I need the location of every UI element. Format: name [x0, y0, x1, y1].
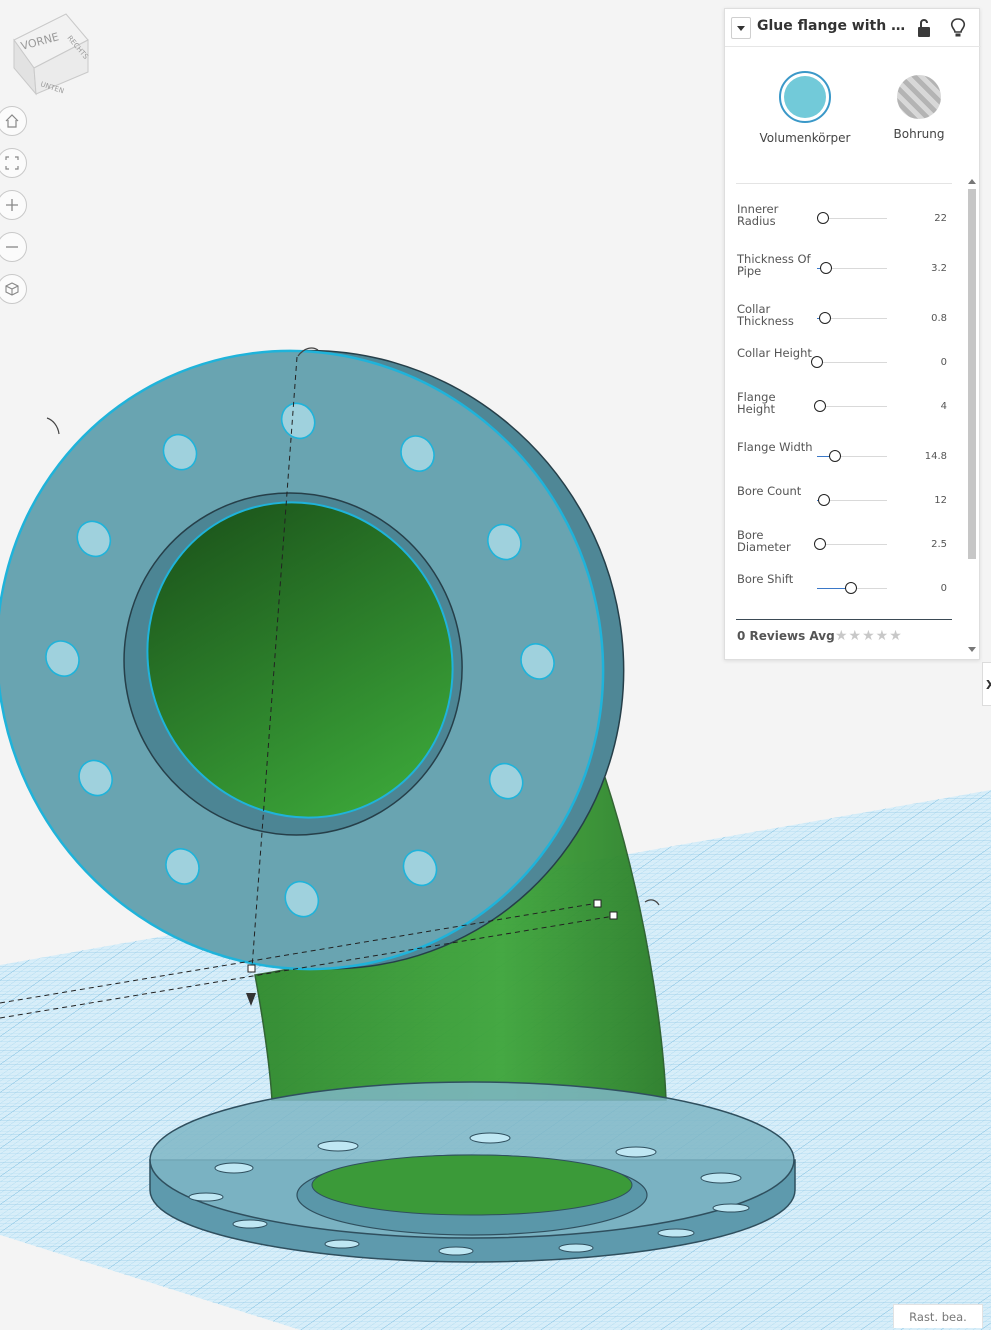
parameter-value[interactable]: 14.8: [925, 451, 947, 462]
parameter-slider-knob[interactable]: [814, 538, 826, 550]
parameter-value[interactable]: 2.5: [931, 539, 947, 550]
shape-title: Glue flange with bo...: [757, 18, 909, 34]
status-label[interactable]: Rast. bea.: [893, 1304, 983, 1328]
divider: [736, 183, 952, 184]
hole-mode-label: Bohrung: [893, 127, 945, 141]
parameter-value[interactable]: 0.8: [931, 313, 947, 324]
parameter-slider-knob[interactable]: [818, 494, 830, 506]
perspective-icon: [5, 282, 19, 296]
zoom-in-icon: [6, 199, 18, 211]
parameter-slider-track[interactable]: [817, 406, 887, 407]
parameter-slider-knob[interactable]: [817, 212, 829, 224]
parameter-name: Collar Height: [737, 346, 812, 360]
parameter-row: Thickness Of Pipe 3.2: [737, 253, 955, 283]
parameter-name: Bore Diameter: [737, 528, 791, 554]
parameter-row: Bore Shift 0: [737, 573, 955, 603]
parameter-row: Flange Height 4: [737, 391, 955, 421]
parameter-value[interactable]: 3.2: [931, 263, 947, 274]
lightbulb-icon[interactable]: [949, 17, 967, 39]
home-icon: [5, 114, 19, 128]
parameter-value[interactable]: 0: [941, 583, 947, 594]
solid-mode-label: Volumenkörper: [759, 131, 851, 145]
parameter-value[interactable]: 4: [941, 401, 947, 412]
parameter-value[interactable]: 12: [934, 495, 947, 506]
parameter-slider-knob[interactable]: [819, 312, 831, 324]
parameter-name: Flange Height: [737, 390, 776, 416]
collapse-inspector-button[interactable]: [731, 17, 751, 39]
scroll-thumb[interactable]: [968, 189, 976, 559]
bottom-flange[interactable]: [149, 1081, 796, 1263]
parameter-row: Bore Count 12: [737, 485, 955, 515]
parameter-row: Collar Height 0: [737, 347, 955, 377]
rating-stars[interactable]: ★★★★★: [835, 628, 903, 644]
parameter-value[interactable]: 22: [934, 213, 947, 224]
parameter-name: Bore Count: [737, 484, 802, 498]
parameter-row: Bore Diameter 2.5: [737, 529, 955, 559]
parameter-row: Collar Thickness 0.8: [737, 303, 955, 333]
parameter-name: Collar Thickness: [737, 302, 794, 328]
lock-icon[interactable]: [915, 18, 933, 38]
shape-inspector-panel: Glue flange with bo... Volumenkörper Boh…: [724, 8, 981, 660]
parameter-slider-knob[interactable]: [829, 450, 841, 462]
parameter-name: Flange Width: [737, 440, 813, 454]
parameter-slider-knob[interactable]: [820, 262, 832, 274]
parameter-slider-track[interactable]: [817, 544, 887, 545]
zoom-out-icon: [6, 246, 18, 248]
fit-view-icon: [5, 156, 19, 170]
reviews-label: 0 Reviews Avg: [737, 629, 835, 643]
solid-mode-button[interactable]: Volumenkörper: [755, 71, 855, 145]
parameter-slider-knob[interactable]: [845, 582, 857, 594]
scroll-up-arrow-icon[interactable]: [968, 179, 976, 184]
parameter-slider-track[interactable]: [817, 362, 887, 363]
scroll-down-arrow-icon[interactable]: [968, 647, 976, 652]
inspector-header: Glue flange with bo...: [725, 9, 981, 47]
solid-color-swatch[interactable]: [779, 71, 831, 123]
parameter-name: Bore Shift: [737, 572, 794, 586]
parameter-row: Flange Width 14.8: [737, 441, 955, 471]
parameter-name: Thickness Of Pipe: [737, 252, 811, 278]
parameter-value[interactable]: 0: [941, 357, 947, 368]
divider: [736, 619, 952, 620]
parameter-name: Innerer Radius: [737, 202, 779, 228]
hole-swatch[interactable]: [897, 75, 941, 119]
inspector-scrollbar[interactable]: [965, 173, 979, 659]
parameter-slider-knob[interactable]: [811, 356, 823, 368]
parameter-slider-knob[interactable]: [814, 400, 826, 412]
hole-mode-button[interactable]: Bohrung: [869, 71, 969, 141]
parameter-row: Innerer Radius 22: [737, 203, 955, 233]
view-cube[interactable]: VORNE RECHTS UNTEN: [10, 10, 94, 100]
side-panel-tab[interactable]: X: [982, 662, 991, 706]
